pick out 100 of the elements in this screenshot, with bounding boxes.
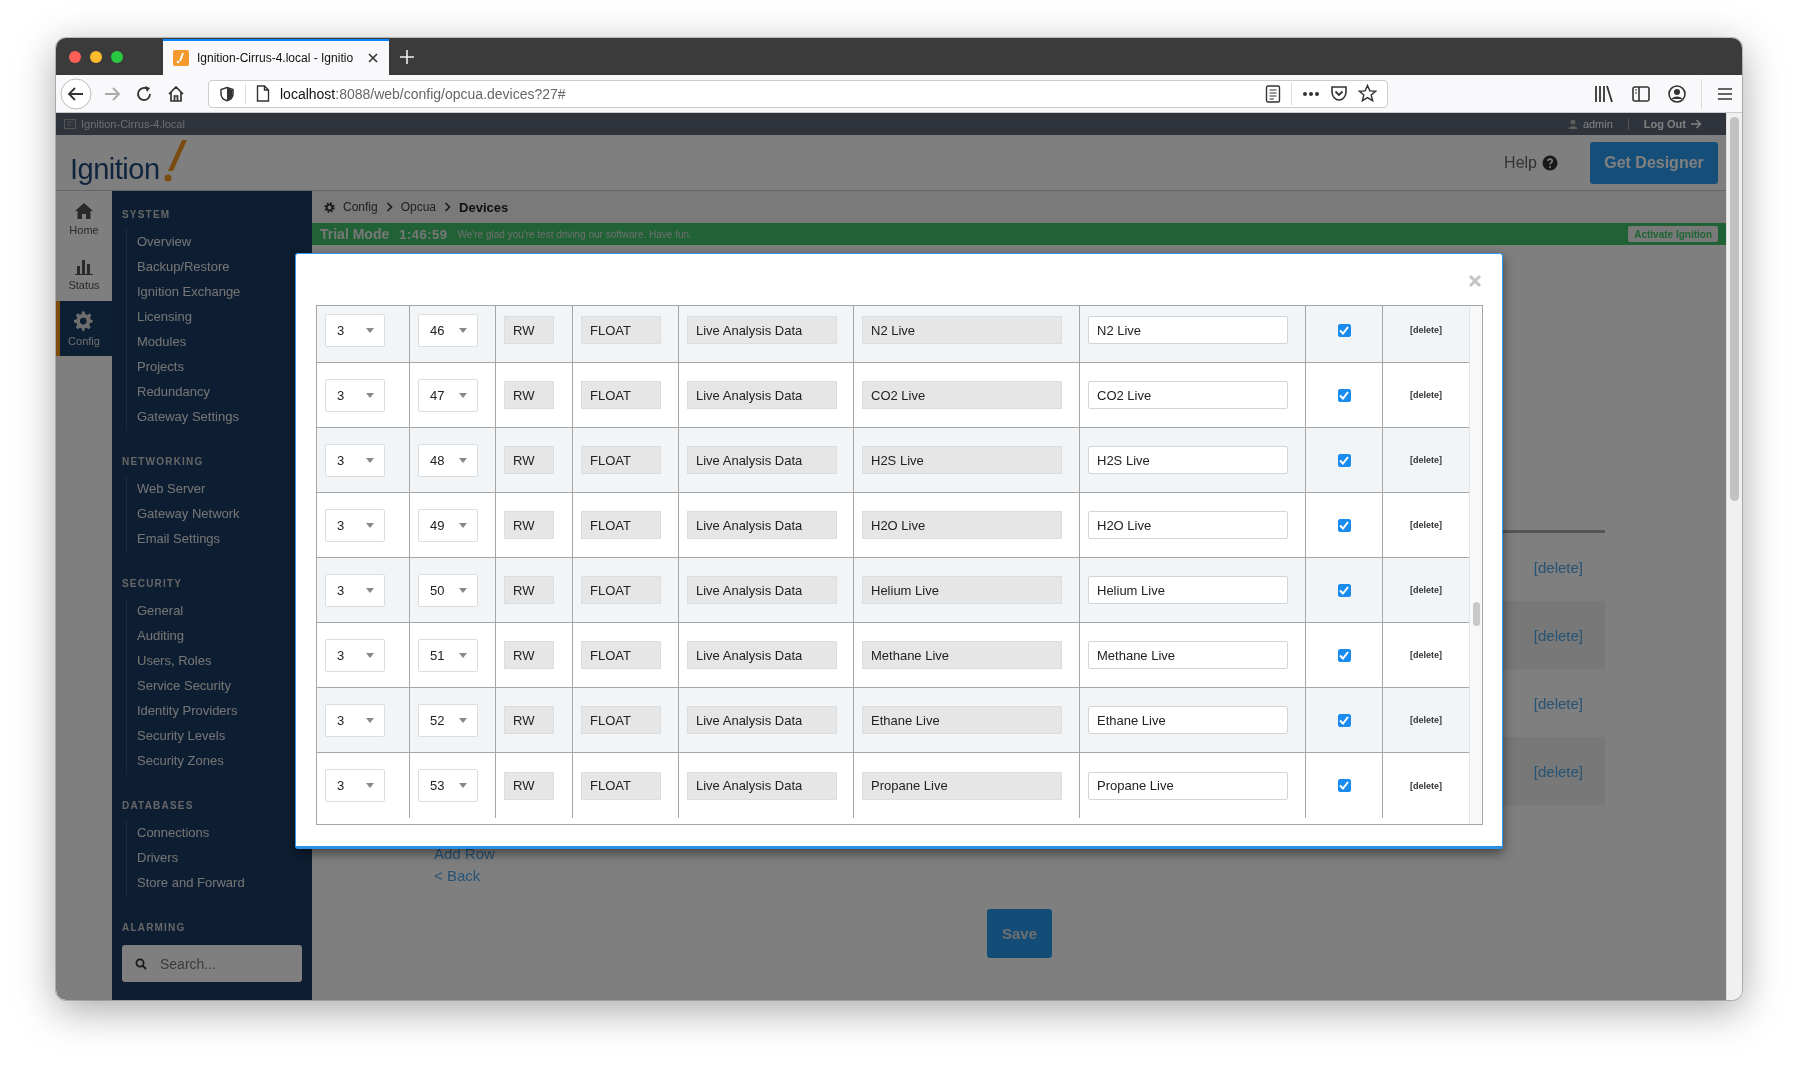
alias-field[interactable]: H2S Live	[1088, 446, 1288, 474]
account-icon[interactable]	[1668, 84, 1686, 103]
alias-field[interactable]: CO2 Live	[1088, 381, 1288, 409]
namespace-select[interactable]: 3	[325, 508, 385, 542]
gateway-icon	[64, 119, 76, 129]
nav-rail-item[interactable]: Status	[56, 246, 112, 301]
id-select[interactable]: 46	[418, 313, 478, 347]
section-heading: ALARMING	[122, 922, 187, 933]
checkbox[interactable]	[1337, 388, 1351, 402]
library-icon[interactable]	[1594, 84, 1614, 103]
reader-view-icon[interactable]	[1265, 84, 1281, 103]
delete-link[interactable]: [delete]	[1533, 694, 1583, 712]
caret-icon	[366, 457, 374, 463]
caret-icon	[459, 457, 467, 463]
delete-link[interactable]: [delete]	[1410, 650, 1442, 660]
close-window-button[interactable]	[69, 50, 81, 63]
scrollbar-thumb[interactable]	[1730, 117, 1739, 501]
access-field: RW	[504, 316, 554, 344]
nav-rail-item[interactable]: Home	[56, 191, 112, 246]
name-field: H2S Live	[862, 446, 1062, 474]
id-select[interactable]: 50	[418, 573, 478, 607]
type-field: FLOAT	[581, 511, 661, 539]
pocket-icon[interactable]	[1330, 85, 1348, 102]
delete-link[interactable]: [delete]	[1410, 715, 1442, 725]
group-field: Live Analysis Data	[687, 381, 837, 409]
menu-icon[interactable]	[1717, 86, 1733, 101]
star-icon[interactable]	[1358, 84, 1377, 103]
help-link[interactable]: Help	[1504, 153, 1537, 172]
back-icon[interactable]	[60, 77, 92, 110]
help-icon[interactable]	[1542, 154, 1558, 171]
delete-link[interactable]: [delete]	[1410, 390, 1442, 400]
id-select[interactable]: 52	[418, 703, 478, 737]
caret-icon	[366, 652, 374, 658]
home-icon[interactable]	[166, 83, 186, 104]
logo-text: Ignition	[70, 153, 160, 186]
id-select[interactable]: 51	[418, 638, 478, 672]
access-field: RW	[504, 706, 554, 734]
checkbox[interactable]	[1337, 453, 1351, 467]
maximize-window-button[interactable]	[111, 50, 123, 63]
namespace-select[interactable]: 3	[325, 378, 385, 412]
reload-icon[interactable]	[134, 83, 154, 104]
user-icon	[1567, 119, 1578, 129]
type-field: FLOAT	[581, 316, 661, 344]
alias-field[interactable]: Helium Live	[1088, 576, 1288, 604]
group-field: Live Analysis Data	[687, 641, 837, 669]
trial-timer: 1:46:59	[399, 226, 448, 242]
namespace-select[interactable]: 3	[325, 638, 385, 672]
minimize-window-button[interactable]	[90, 50, 102, 63]
caret-icon	[366, 587, 374, 593]
breadcrumb-link[interactable]: Config	[343, 200, 378, 214]
section-heading: NETWORKING	[122, 456, 205, 467]
alias-field[interactable]: Methane Live	[1088, 641, 1288, 669]
id-select[interactable]: 47	[418, 378, 478, 412]
checkbox[interactable]	[1337, 779, 1351, 792]
checkbox[interactable]	[1337, 713, 1351, 727]
checkbox[interactable]	[1337, 323, 1351, 337]
gateway-name: Ignition-Cirrus-4.local	[81, 118, 185, 130]
breadcrumb-link[interactable]: Opcua	[400, 200, 437, 214]
more-icon[interactable]	[1302, 90, 1320, 97]
delete-link[interactable]: [delete]	[1410, 455, 1442, 465]
namespace-select[interactable]: 3	[325, 703, 385, 737]
get-designer-button[interactable]: Get Designer	[1590, 141, 1718, 184]
sidebar-item[interactable]: Overview	[137, 229, 302, 254]
alias-field[interactable]: Ethane Live	[1088, 706, 1288, 734]
delete-link[interactable]: [delete]	[1410, 780, 1442, 791]
logout-link[interactable]: Log Out	[1643, 118, 1686, 130]
access-field: RW	[504, 446, 554, 474]
alias-field[interactable]: Propane Live	[1088, 771, 1288, 800]
access-field: RW	[504, 381, 554, 409]
namespace-select[interactable]: 3	[325, 573, 385, 607]
nav-rail-item[interactable]: Config	[56, 301, 112, 356]
back-link[interactable]: < Back	[434, 867, 481, 884]
group-field: Live Analysis Data	[687, 446, 837, 474]
sidebar-toggle-icon[interactable]	[1632, 85, 1650, 102]
search-field[interactable]: Search...	[122, 945, 302, 982]
delete-link[interactable]: [delete]	[1410, 585, 1442, 595]
scrollbar-thumb[interactable]	[1472, 602, 1480, 626]
browser-tab[interactable]: Ignition-Cirrus-4.local - Ignitio	[163, 39, 389, 75]
checkbox[interactable]	[1337, 518, 1351, 532]
sidebar-item[interactable]: Store and Forward	[137, 870, 302, 895]
delete-link[interactable]: [delete]	[1410, 520, 1442, 530]
settings-icon	[324, 201, 335, 213]
caret-icon	[366, 392, 374, 398]
checkbox[interactable]	[1337, 648, 1351, 662]
delete-link[interactable]: [delete]	[1410, 325, 1442, 335]
address-field[interactable]: localhost:8088/web/config/opcua.devices?27#	[208, 79, 1388, 108]
id-select[interactable]: 48	[418, 443, 478, 477]
alias-field[interactable]: N2 Live	[1088, 316, 1288, 344]
namespace-select[interactable]: 3	[325, 769, 385, 802]
namespace-select[interactable]: 3	[325, 443, 385, 477]
section-heading: SYSTEM	[122, 209, 172, 220]
id-select[interactable]: 53	[418, 769, 478, 802]
new-tab-icon[interactable]	[399, 48, 415, 65]
close-tab-icon[interactable]	[367, 52, 379, 64]
id-select[interactable]: 49	[418, 508, 478, 542]
delete-link[interactable]: [delete]	[1533, 558, 1583, 576]
namespace-select[interactable]: 3	[325, 313, 385, 347]
alias-field[interactable]: H2O Live	[1088, 511, 1288, 539]
checkbox[interactable]	[1337, 583, 1351, 597]
sidebar-item[interactable]: Drivers	[137, 845, 302, 870]
